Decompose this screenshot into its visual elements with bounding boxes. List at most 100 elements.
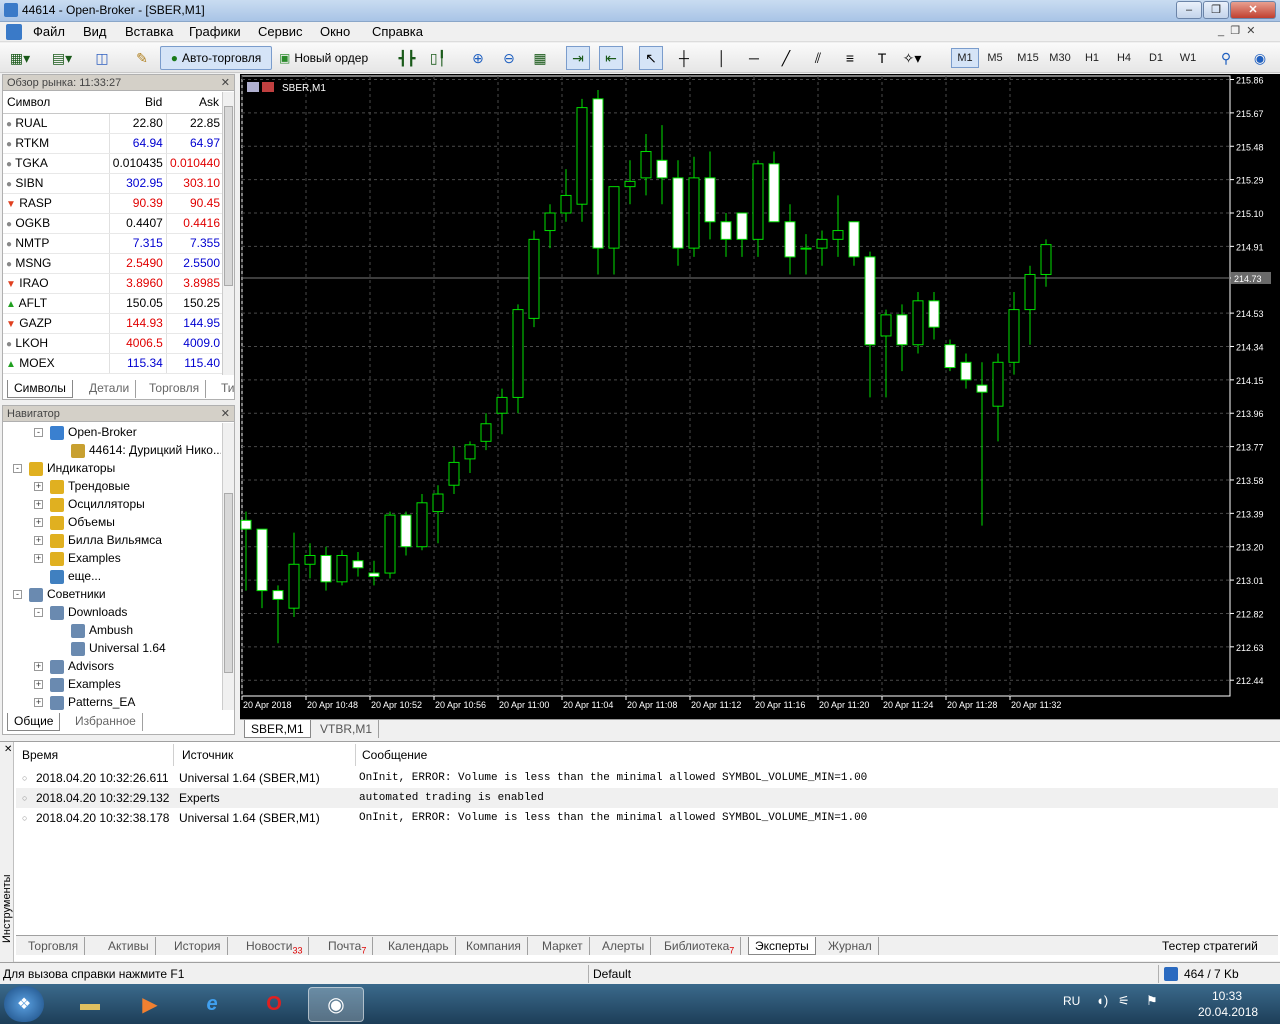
menu-file[interactable]: Файл <box>33 24 65 39</box>
timeframe-h4[interactable]: H4 <box>1110 49 1138 69</box>
tab-details[interactable]: Детали <box>83 380 137 398</box>
market-row[interactable]: ▼ IRAO 3.8960 3.8985 <box>3 273 223 294</box>
navigator-icon[interactable]: ✎ <box>130 46 154 70</box>
zoom-in-icon[interactable]: ⊕ <box>466 46 490 70</box>
terminal-tab[interactable]: Торговля <box>22 937 86 955</box>
terminal-tab[interactable]: Активы <box>102 937 156 955</box>
terminal-tab[interactable]: Маркет <box>536 937 590 955</box>
autoscroll-icon[interactable]: ⇥ <box>566 46 590 70</box>
market-scrollbar[interactable] <box>222 92 234 375</box>
close-icon[interactable]: ✕ <box>221 75 230 91</box>
navigator-item[interactable]: Трендовые <box>50 477 130 495</box>
market-row[interactable]: ▲ AFLT 150.05 150.25 <box>3 293 223 314</box>
explorer-icon[interactable]: ▬ <box>62 987 118 1022</box>
search-icon[interactable]: ⚲ <box>1214 46 1238 70</box>
opera-icon[interactable]: O <box>246 987 302 1022</box>
tree-expander-icon[interactable]: + <box>34 698 43 707</box>
menu-window[interactable]: Окно <box>320 24 350 39</box>
navigator-item[interactable]: Downloads <box>50 603 127 621</box>
col-time[interactable]: Время <box>16 744 174 766</box>
timeframe-h1[interactable]: H1 <box>1078 49 1106 69</box>
navigator-item[interactable]: Осцилляторы <box>50 495 145 513</box>
market-watch-icon[interactable]: ◫ <box>90 46 114 70</box>
network-icon[interactable]: ⚟ <box>1118 993 1130 1009</box>
timeframe-w1[interactable]: W1 <box>1174 49 1202 69</box>
tab-favorites[interactable]: Избранное <box>69 713 143 731</box>
tree-expander-icon[interactable]: + <box>34 518 43 527</box>
timeframe-d1[interactable]: D1 <box>1142 49 1170 69</box>
market-row[interactable]: ▲ MOEX 115.34 115.40 <box>3 353 223 374</box>
market-row[interactable]: ● TGKA 0.010435 0.010440 <box>3 153 223 174</box>
close-button[interactable]: ✕ <box>1230 1 1276 19</box>
log-row[interactable]: ○ 2018.04.20 10:32:26.611 Universal 1.64 (… <box>16 768 1278 788</box>
autotrade-button[interactable]: ● Авто-торговля <box>160 46 272 70</box>
minimize-button[interactable]: – <box>1176 1 1202 19</box>
log-row[interactable]: ○ 2018.04.20 10:32:29.132 Experts automated… <box>16 788 1278 808</box>
navigator-item[interactable]: Advisors <box>50 657 114 675</box>
metatrader-taskbar-icon[interactable]: ◉ <box>308 987 364 1022</box>
new-order-button[interactable]: ▣ Новый ордер <box>279 46 368 70</box>
navigator-item[interactable]: Examples <box>50 675 121 693</box>
market-row[interactable]: ● LKOH 4006.5 4009.0 <box>3 333 223 354</box>
zoom-out-icon[interactable]: ⊖ <box>497 46 521 70</box>
tree-expander-icon[interactable]: - <box>34 428 43 437</box>
new-chart-icon[interactable]: ▦▾ <box>8 46 32 70</box>
navigator-item[interactable]: Patterns_EA <box>50 693 135 710</box>
terminal-tab[interactable]: Компания <box>460 937 528 955</box>
candle-chart-icon[interactable]: ▯╿ <box>426 46 450 70</box>
menu-view[interactable]: Вид <box>83 24 107 39</box>
fibo-icon[interactable]: ≡ <box>838 46 862 70</box>
clock-date[interactable]: 20.04.2018 <box>1198 1005 1258 1019</box>
market-row[interactable]: ● RUAL 22.80 22.85 <box>3 113 223 134</box>
navigator-item[interactable]: Universal 1.64 <box>71 639 166 657</box>
tree-expander-icon[interactable]: + <box>34 680 43 689</box>
tree-expander-icon[interactable]: + <box>34 662 43 671</box>
col-symbol[interactable]: Символ <box>3 91 110 114</box>
ie-icon[interactable]: e <box>184 987 240 1022</box>
navigator-item[interactable]: Объемы <box>50 513 115 531</box>
navigator-item[interactable]: еще... <box>50 567 101 585</box>
tab-chart-vtbr[interactable]: VTBR,M1 <box>314 720 380 738</box>
col-ask[interactable]: Ask <box>166 91 223 114</box>
close-icon[interactable]: ✕ <box>221 406 230 422</box>
col-source[interactable]: Источник <box>176 744 356 766</box>
horizontal-line-icon[interactable]: ─ <box>742 46 766 70</box>
navigator-item[interactable]: Ambush <box>71 621 133 639</box>
vertical-line-icon[interactable]: │ <box>710 46 734 70</box>
chart-window[interactable]: 215.86 215.67 215.48 215.29 215.10 214.91 214.… <box>240 74 1280 719</box>
navigator-item[interactable]: Open-Broker <box>50 423 137 441</box>
navigator-item[interactable]: Индикаторы <box>29 459 115 477</box>
navigator-item[interactable]: 44614: Дурицкий Нико... <box>71 441 221 459</box>
tile-windows-icon[interactable]: ▦ <box>528 46 552 70</box>
col-message[interactable]: Сообщение <box>356 744 1278 766</box>
shapes-icon[interactable]: ✧▾ <box>900 46 924 70</box>
timeframe-m15[interactable]: M15 <box>1014 49 1042 69</box>
flag-icon[interactable]: ⚑ <box>1146 993 1158 1009</box>
menu-charts[interactable]: Графики <box>189 24 241 39</box>
timeframe-m5[interactable]: M5 <box>981 49 1009 69</box>
bar-chart-icon[interactable]: ┫┣ <box>395 46 419 70</box>
col-bid[interactable]: Bid <box>109 91 167 114</box>
terminal-tab[interactable]: Новости33 <box>240 937 310 955</box>
market-row[interactable]: ● NMTP 7.315 7.355 <box>3 233 223 254</box>
maximize-button[interactable]: ❐ <box>1203 1 1229 19</box>
cursor-icon[interactable]: ↖ <box>639 46 663 70</box>
volume-icon[interactable]: ◖) <box>1096 993 1108 1008</box>
chart-shift-icon[interactable]: ⇤ <box>599 46 623 70</box>
tab-common[interactable]: Общие <box>7 713 61 731</box>
tree-expander-icon[interactable]: + <box>34 500 43 509</box>
tab-trading[interactable]: Торговля <box>143 380 207 398</box>
menu-tools[interactable]: Сервис <box>258 24 303 39</box>
menu-insert[interactable]: Вставка <box>125 24 173 39</box>
start-button[interactable]: ❖ <box>4 986 44 1022</box>
market-row[interactable]: ● SIBN 302.95 303.10 <box>3 173 223 194</box>
terminal-tab[interactable]: Алерты <box>596 937 652 955</box>
tab-chart-sber[interactable]: SBER,M1 <box>244 720 311 738</box>
menu-help[interactable]: Справка <box>372 24 423 39</box>
navigator-item[interactable]: Советники <box>29 585 106 603</box>
tree-expander-icon[interactable]: + <box>34 536 43 545</box>
clock-time[interactable]: 10:33 <box>1212 989 1242 1003</box>
tree-expander-icon[interactable]: - <box>34 608 43 617</box>
market-row[interactable]: ● RTKM 64.94 64.97 <box>3 133 223 154</box>
profiles-icon[interactable]: ▤▾ <box>50 46 74 70</box>
